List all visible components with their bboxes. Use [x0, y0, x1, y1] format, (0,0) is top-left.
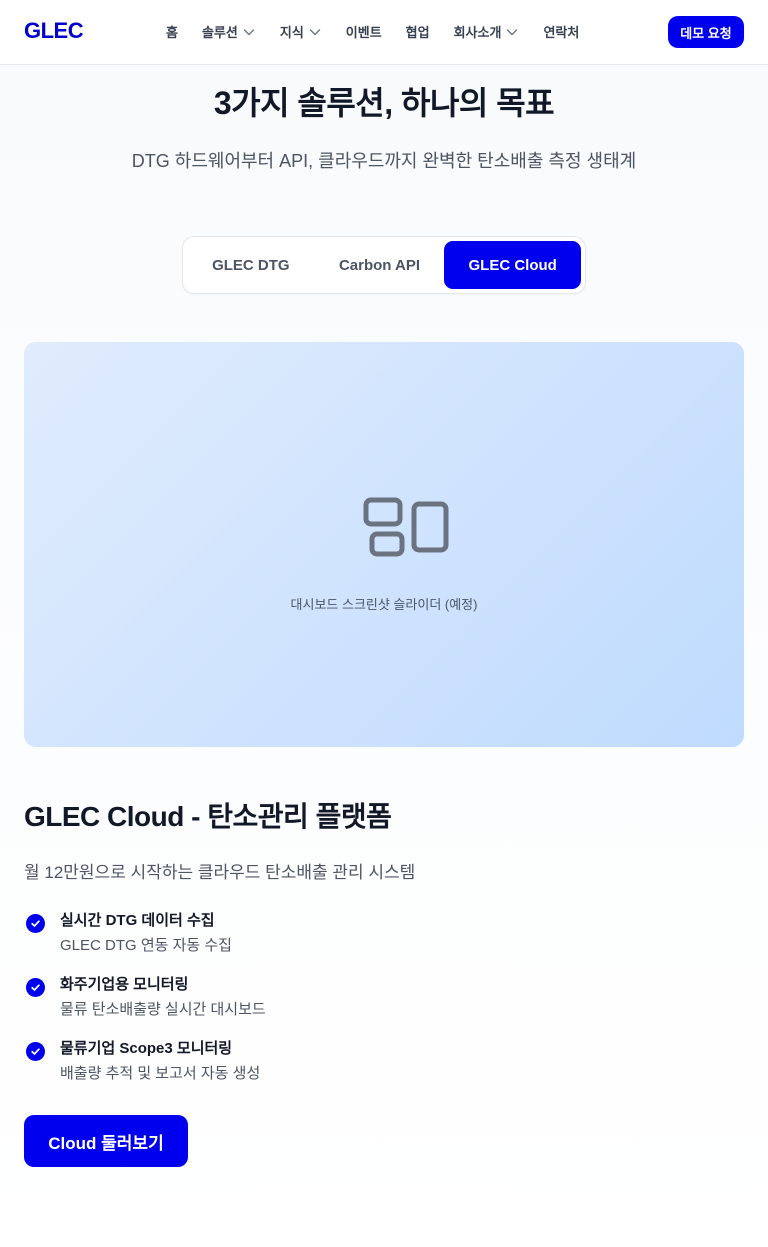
product-title: GLEC Cloud - 탄소관리 플랫폼: [24, 801, 392, 832]
site-header: GLEC 홈 솔루션 지식 이벤트 협업 회사소개 연락처 데모 요청: [0, 0, 768, 65]
nav-item-label: 회사소개: [453, 25, 502, 40]
feature-description: GLEC DTG 연동 자동 수집: [60, 937, 232, 954]
hero-subtitle: DTG 하드웨어부터 API, 클라우드까지 완벽한 탄소배출 측정 생태계: [131, 151, 637, 171]
nav-item-label: 솔루션: [201, 25, 238, 40]
check-circle-icon: [26, 914, 45, 933]
tab-carbon-api[interactable]: Carbon API: [315, 241, 445, 289]
main-nav: 홈 솔루션 지식 이벤트 협업 회사소개 연락처: [166, 22, 579, 41]
nav-item-label: 연락처: [543, 25, 580, 40]
cloud-explore-button[interactable]: Cloud 둘러보기: [24, 1115, 188, 1167]
chevron-down-icon: [243, 28, 255, 35]
demo-request-button[interactable]: 데모 요청: [668, 16, 744, 48]
tab-glec-cloud[interactable]: GLEC Cloud: [444, 241, 581, 289]
dashboard-preview: 대시보드 스크린샷 슬라이더 (예정): [24, 342, 744, 747]
feature-description: 배출량 추적 및 보고서 자동 생성: [60, 1065, 261, 1082]
nav-item-knowledge[interactable]: 지식: [280, 22, 322, 41]
nav-item-solutions[interactable]: 솔루션: [202, 22, 256, 41]
check-circle-icon: [26, 1042, 45, 1061]
check-circle-icon: [26, 978, 45, 997]
feature-title: 실시간 DTG 데이터 수집: [60, 912, 215, 929]
preview-caption: 대시보드 스크린샷 슬라이더 (예정): [290, 597, 478, 612]
feature-title: 화주기업용 모니터링: [60, 976, 189, 993]
nav-item-label: 협업: [405, 25, 430, 40]
nav-item-about[interactable]: 회사소개: [454, 22, 520, 41]
nav-item-label: 지식: [279, 25, 304, 40]
logo[interactable]: GLEC: [24, 18, 84, 44]
chevron-down-icon: [309, 28, 320, 35]
hero-title: 3가지 솔루션, 하나의 목표: [213, 85, 555, 121]
nav-item-events[interactable]: 이벤트: [346, 22, 382, 41]
chevron-down-icon: [507, 28, 518, 35]
nav-item-label: 홈: [166, 25, 178, 40]
nav-item-label: 이벤트: [345, 25, 382, 40]
feature-title: 물류기업 Scope3 모니터링: [60, 1040, 233, 1057]
nav-item-home[interactable]: 홈: [166, 22, 178, 41]
nav-item-partnership[interactable]: 협업: [406, 22, 430, 41]
feature-description: 물류 탄소배출량 실시간 대시보드: [60, 1001, 266, 1018]
nav-item-contact[interactable]: 연락처: [543, 22, 579, 41]
tab-glec-dtg[interactable]: GLEC DTG: [187, 241, 315, 289]
solution-tabs: GLEC DTG Carbon API GLEC Cloud: [182, 236, 586, 294]
dashboard-icon: [363, 497, 449, 557]
product-description: 월 12만원으로 시작하는 클라우드 탄소배출 관리 시스템: [24, 863, 416, 882]
